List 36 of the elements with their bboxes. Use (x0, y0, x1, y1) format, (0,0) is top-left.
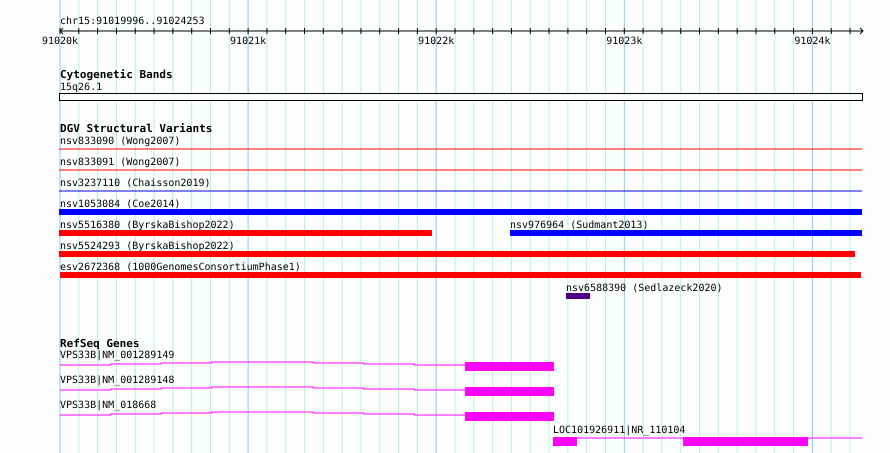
scale-label: 91024k (794, 36, 830, 47)
gene-model[interactable] (60, 386, 554, 396)
variant-bar[interactable] (510, 230, 862, 236)
variant-bar[interactable] (59, 230, 432, 236)
scale-label: 91022k (418, 36, 454, 47)
variant-bar[interactable] (59, 251, 855, 257)
track-title: DGV Structural Variants (60, 122, 212, 135)
feature-label: VPS33B|NM_018668 (60, 400, 156, 411)
feature-label: nsv833090 (Wong2007) (60, 136, 180, 147)
scale-label: 91020k (42, 36, 78, 47)
feature-label: 15q26.1 (60, 82, 102, 93)
scale-label: 91023k (606, 36, 642, 47)
chromosome-band[interactable] (59, 93, 863, 101)
feature-label: nsv833091 (Wong2007) (60, 157, 180, 168)
scale-label: 91021k (230, 36, 266, 47)
feature-label: nsv6588390 (Sedlazeck2020) (566, 283, 723, 294)
feature-label: VPS33B|NM_001289149 (60, 350, 174, 361)
variant-line[interactable] (59, 190, 862, 192)
variant-bar[interactable] (60, 272, 861, 278)
variant-bar[interactable] (566, 293, 590, 299)
gene-model[interactable] (60, 412, 554, 421)
feature-label: nsv3237110 (Chaisson2019) (60, 178, 211, 189)
gene-model[interactable] (60, 362, 554, 371)
variant-line[interactable] (59, 148, 862, 150)
feature-label: LOC101926911|NR_110104 (553, 425, 686, 436)
variant-bar[interactable] (59, 209, 862, 215)
feature-label: nsv1053084 (Coe2014) (60, 199, 180, 210)
locus-label: chr15:91019996..91024253 (60, 16, 204, 27)
track-title: Cytogenetic Bands (60, 68, 173, 81)
feature-label: nsv5524293 (ByrskaBishop2022) (60, 241, 235, 252)
track-title: RefSeq Genes (60, 337, 140, 350)
feature-label: nsv976964 (Sudmant2013) (510, 220, 648, 231)
feature-label: nsv5516380 (ByrskaBishop2022) (60, 220, 235, 231)
feature-label: esv2672368 (1000GenomesConsortiumPhase1) (60, 262, 301, 273)
gene-model[interactable] (553, 437, 862, 446)
feature-label: VPS33B|NM_001289148 (60, 375, 174, 386)
